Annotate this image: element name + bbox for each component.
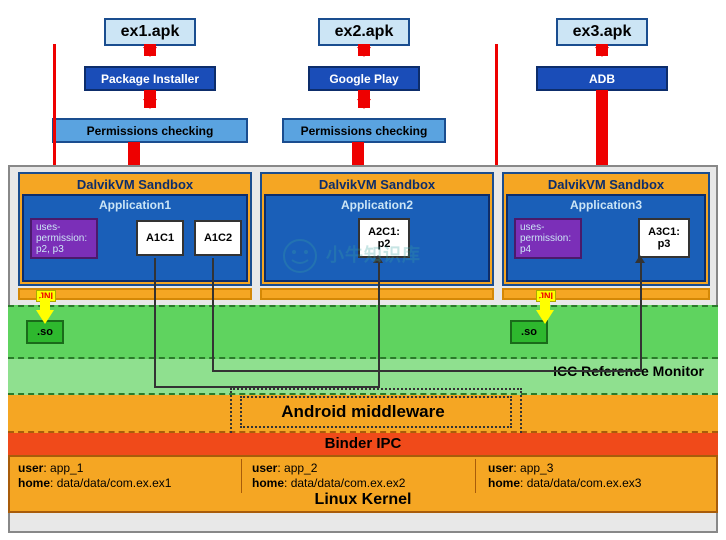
component-a1c2: A1C2 [194, 220, 242, 256]
arrow-3a [596, 44, 608, 56]
line-a1c2-v [212, 258, 214, 370]
uses-permission-3: uses-permission: p4 [514, 218, 582, 259]
arrow-1a [144, 44, 156, 56]
kernel-col-1: user: app_1 home: data/data/com.ex.ex1 [12, 459, 242, 493]
arrow-2a [358, 44, 370, 56]
permissions-check-1: Permissions checking [52, 118, 248, 143]
component-a1c1: A1C1 [136, 220, 184, 256]
linux-kernel-layer: user: app_1 home: data/data/com.ex.ex1 u… [8, 455, 718, 513]
arrow-2b [358, 90, 370, 108]
uses-permission-1: uses-permission: p2, p3 [30, 218, 98, 259]
line-a1c1-h [154, 386, 378, 388]
apk-box-2: ex2.apk [318, 18, 410, 46]
component-a3c1: A3C1: p3 [638, 218, 690, 258]
sandbox-1: DalvikVM Sandbox Application1 uses-permi… [18, 172, 252, 286]
permissions-check-2: Permissions checking [282, 118, 446, 143]
rail-3 [502, 288, 710, 300]
package-installer-box: Package Installer [84, 66, 216, 91]
sandbox-title-2: DalvikVM Sandbox [264, 176, 490, 194]
jni-arrow-1 [36, 310, 54, 333]
application-1: Application1 uses-permission: p2, p3 A1C… [22, 194, 248, 282]
mw-dotted-inner [240, 396, 512, 428]
binder-ipc-layer: Binder IPC [8, 433, 718, 455]
sandbox-title-3: DalvikVM Sandbox [506, 176, 706, 194]
watermark: 小牛知识库 [280, 236, 421, 276]
line-a3c1-v [640, 258, 642, 372]
line-a1c1-v [154, 258, 156, 386]
kernel-col-2: user: app_2 home: data/data/com.ex.ex2 [246, 459, 476, 493]
rail-2 [260, 288, 494, 300]
application-3: Application3 uses-permission: p4 A3C1: p… [506, 194, 706, 282]
kernel-col-3: user: app_3 home: data/data/com.ex.ex3 [482, 459, 712, 493]
line-a1c2-h [212, 370, 640, 372]
arrow-1b [144, 90, 156, 108]
jni-arrow-3 [536, 310, 554, 333]
apk-box-1: ex1.apk [104, 18, 196, 46]
app-title-3: Application3 [508, 196, 704, 214]
native-layer [8, 305, 718, 359]
sandbox-title-1: DalvikVM Sandbox [22, 176, 248, 194]
app-title-1: Application1 [24, 196, 246, 214]
line-a2c1-v [378, 258, 380, 388]
google-play-box: Google Play [308, 66, 420, 91]
app-title-2: Application2 [266, 196, 488, 214]
apk-box-3: ex3.apk [556, 18, 648, 46]
adb-box: ADB [536, 66, 668, 91]
kernel-label: Linux Kernel [10, 491, 716, 509]
watermark-icon [280, 236, 320, 276]
sandbox-3: DalvikVM Sandbox Application3 uses-permi… [502, 172, 710, 286]
arrowhead-a3c1 [635, 250, 645, 263]
